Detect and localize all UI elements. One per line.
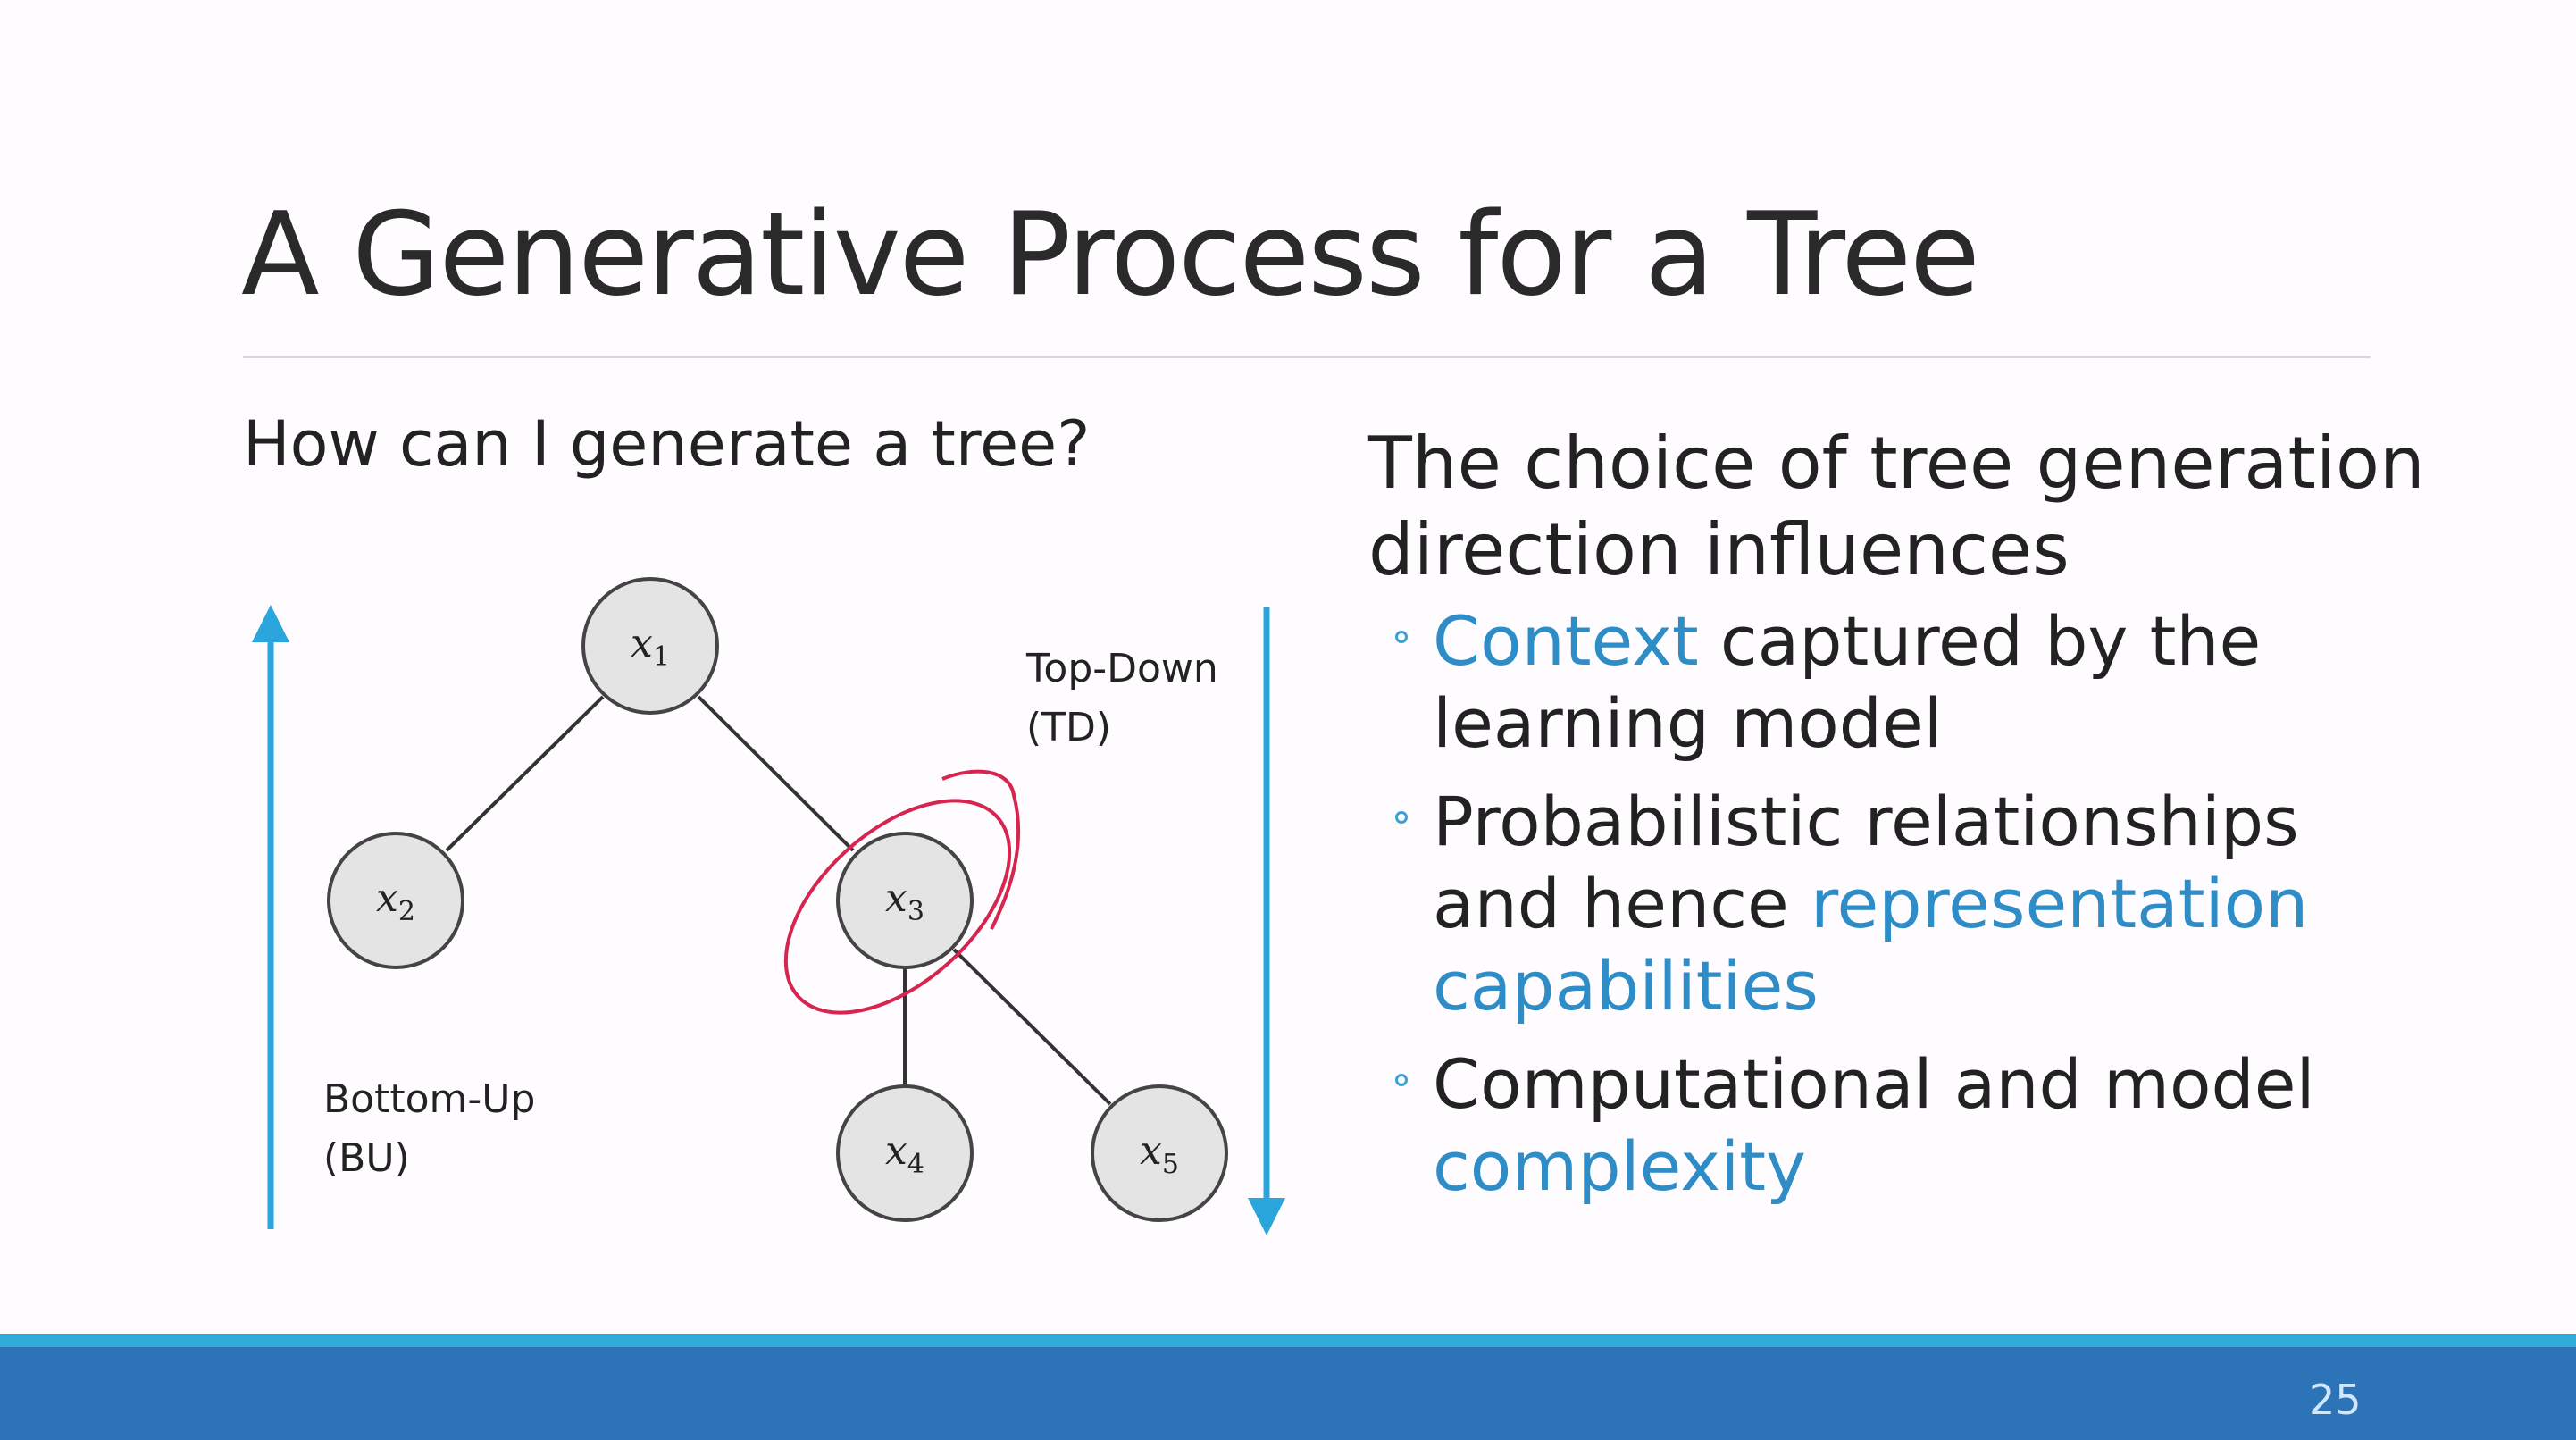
highlighted-text: Context bbox=[1433, 601, 1699, 681]
bullet-circle-icon bbox=[1395, 1074, 1408, 1086]
right-column: The choice of tree generation direction … bbox=[1368, 420, 2440, 1224]
bullet-list: Context captured by the learning model Pr… bbox=[1368, 600, 2440, 1208]
edge-x3-x5 bbox=[952, 948, 1112, 1106]
highlighted-text: complexity bbox=[1433, 1126, 1806, 1206]
bullet-item: Computational and model complexity bbox=[1368, 1043, 2440, 1208]
footer-accent-strip bbox=[0, 1334, 2576, 1348]
node-x2: x2 bbox=[327, 832, 464, 969]
top-down-abbr: (TD) bbox=[1026, 705, 1112, 750]
node-x1: x1 bbox=[581, 577, 719, 715]
node-x5: x5 bbox=[1091, 1084, 1228, 1222]
bullet-circle-icon bbox=[1395, 811, 1408, 824]
bullet-item: Context captured by the learning model bbox=[1368, 600, 2440, 765]
right-heading: The choice of tree generation direction … bbox=[1368, 422, 2425, 591]
page-number: 25 bbox=[2309, 1376, 2362, 1424]
edge-x1-x2 bbox=[445, 695, 605, 852]
node-x3: x3 bbox=[836, 832, 974, 969]
top-down-text: Top-Down bbox=[1026, 646, 1218, 691]
node-x4: x4 bbox=[836, 1084, 974, 1222]
bullet-circle-icon bbox=[1395, 631, 1408, 643]
tree-edges bbox=[445, 695, 1112, 1106]
bottom-up-label: Bottom-Up (BU) bbox=[323, 1070, 535, 1188]
bullet-text: Computational and model bbox=[1433, 1044, 2315, 1124]
top-down-label: Top-Down (TD) bbox=[1026, 640, 1218, 758]
edge-x1-x3 bbox=[697, 695, 855, 852]
bottom-up-text: Bottom-Up bbox=[323, 1076, 536, 1122]
footer-bar bbox=[0, 1347, 2576, 1440]
bullet-item: Probabilistic relationships and hence re… bbox=[1368, 781, 2440, 1027]
bottom-up-abbr: (BU) bbox=[323, 1135, 410, 1181]
